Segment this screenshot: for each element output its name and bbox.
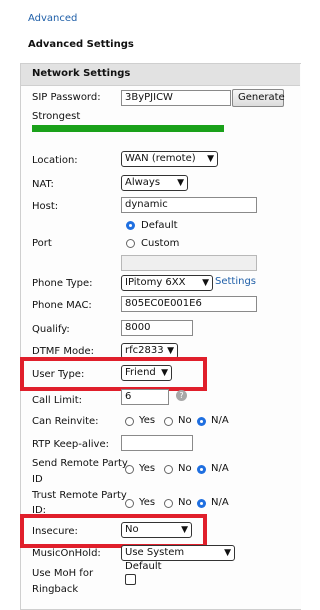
rtp-keepalive-input[interactable] — [121, 435, 193, 451]
send-rpid-label-line1: Send Remote Party — [32, 458, 128, 469]
send-rpid-na-label: N/A — [211, 463, 229, 474]
network-settings-title: Network Settings — [32, 68, 131, 79]
trust-rpid-no-label: No — [178, 497, 192, 508]
chevron-down-icon: ▼ — [207, 154, 214, 164]
user-type-select[interactable]: Friend ▼ — [121, 365, 172, 381]
sip-password-label: SIP Password: — [32, 92, 101, 103]
can-reinvite-no-radio[interactable] — [164, 417, 173, 426]
advanced-settings-heading: Advanced Settings — [28, 39, 134, 50]
send-rpid-no-radio[interactable] — [164, 465, 173, 474]
port-label: Port — [32, 238, 52, 249]
location-value: WAN (remote) — [125, 153, 196, 164]
can-reinvite-na-label: N/A — [211, 415, 229, 426]
moh-ringback-checkbox[interactable] — [125, 574, 136, 585]
trust-rpid-yes-radio[interactable] — [125, 499, 134, 508]
insecure-value: No — [125, 524, 139, 535]
can-reinvite-no-label: No — [178, 415, 192, 426]
phone-settings-link[interactable]: Settings — [215, 276, 256, 287]
send-rpid-yes-label: Yes — [139, 463, 156, 474]
chevron-down-icon: ▼ — [177, 178, 184, 188]
password-strength-bar — [32, 125, 224, 132]
nat-value: Always — [125, 177, 161, 188]
phone-type-label: Phone Type: — [32, 278, 93, 289]
location-select[interactable]: WAN (remote) ▼ — [121, 151, 218, 167]
can-reinvite-yes-label: Yes — [139, 415, 156, 426]
trust-rpid-na-radio[interactable] — [197, 499, 206, 508]
rtp-keepalive-label: RTP Keep-alive: — [32, 439, 109, 450]
chevron-down-icon: ▼ — [181, 525, 188, 535]
phone-mac-label: Phone MAC: — [32, 300, 92, 311]
advanced-link[interactable]: Advanced — [28, 13, 77, 24]
port-default-label: Default — [141, 220, 178, 231]
trust-rpid-label-line1: Trust Remote Party — [32, 490, 127, 501]
strength-label: Strongest — [32, 111, 81, 122]
user-type-value: Friend — [125, 367, 156, 378]
generate-button[interactable]: Generate — [232, 89, 285, 107]
phone-type-select[interactable]: IPitomy 6XX ▼ — [121, 275, 213, 291]
qualify-input[interactable]: 8000 — [121, 320, 193, 336]
call-limit-label: Call Limit: — [32, 395, 83, 406]
chevron-down-icon: ▼ — [167, 346, 174, 356]
location-label: Location: — [32, 155, 78, 166]
send-rpid-label-line2: ID — [32, 474, 43, 485]
can-reinvite-yes-radio[interactable] — [125, 417, 134, 426]
trust-rpid-no-radio[interactable] — [164, 499, 173, 508]
port-custom-radio[interactable] — [126, 239, 135, 248]
sip-password-input[interactable]: 3ByPJICW — [121, 90, 231, 106]
moh-ringback-label-line2: Ringback — [32, 584, 79, 595]
chevron-down-icon: ▼ — [224, 548, 231, 558]
music-on-hold-label: MusicOnHold: — [32, 548, 101, 559]
send-rpid-na-radio[interactable] — [197, 465, 206, 474]
trust-rpid-na-label: N/A — [211, 497, 229, 508]
nat-label: NAT: — [32, 179, 54, 190]
phone-type-value: IPitomy 6XX — [125, 277, 186, 288]
qualify-label: Qualify: — [32, 324, 70, 335]
chevron-down-icon: ▼ — [202, 278, 209, 288]
moh-ringback-label-line1: Use MoH for — [32, 568, 94, 579]
music-on-hold-select[interactable]: Use System Default ▼ — [121, 545, 235, 572]
insecure-label: Insecure: — [32, 526, 78, 537]
dtmf-mode-value: rfc2833 — [125, 345, 164, 356]
help-icon[interactable]: ? — [176, 390, 187, 401]
port-custom-label: Custom — [141, 238, 180, 249]
send-rpid-no-label: No — [178, 463, 192, 474]
phone-mac-input[interactable]: 805EC0E001E6 — [121, 296, 257, 312]
can-reinvite-na-radio[interactable] — [197, 417, 206, 426]
nat-select[interactable]: Always ▼ — [121, 175, 188, 191]
host-label: Host: — [32, 201, 59, 212]
chevron-down-icon: ▼ — [161, 368, 168, 378]
port-default-radio[interactable] — [126, 221, 135, 230]
can-reinvite-label: Can Reinvite: — [32, 416, 99, 427]
user-type-label: User Type: — [32, 369, 85, 380]
insecure-select[interactable]: No ▼ — [121, 522, 192, 538]
call-limit-input[interactable]: 6 — [121, 389, 169, 405]
host-input[interactable]: dynamic — [121, 197, 257, 213]
send-rpid-yes-radio[interactable] — [125, 465, 134, 474]
trust-rpid-yes-label: Yes — [139, 497, 156, 508]
custom-port-input[interactable] — [121, 255, 257, 271]
